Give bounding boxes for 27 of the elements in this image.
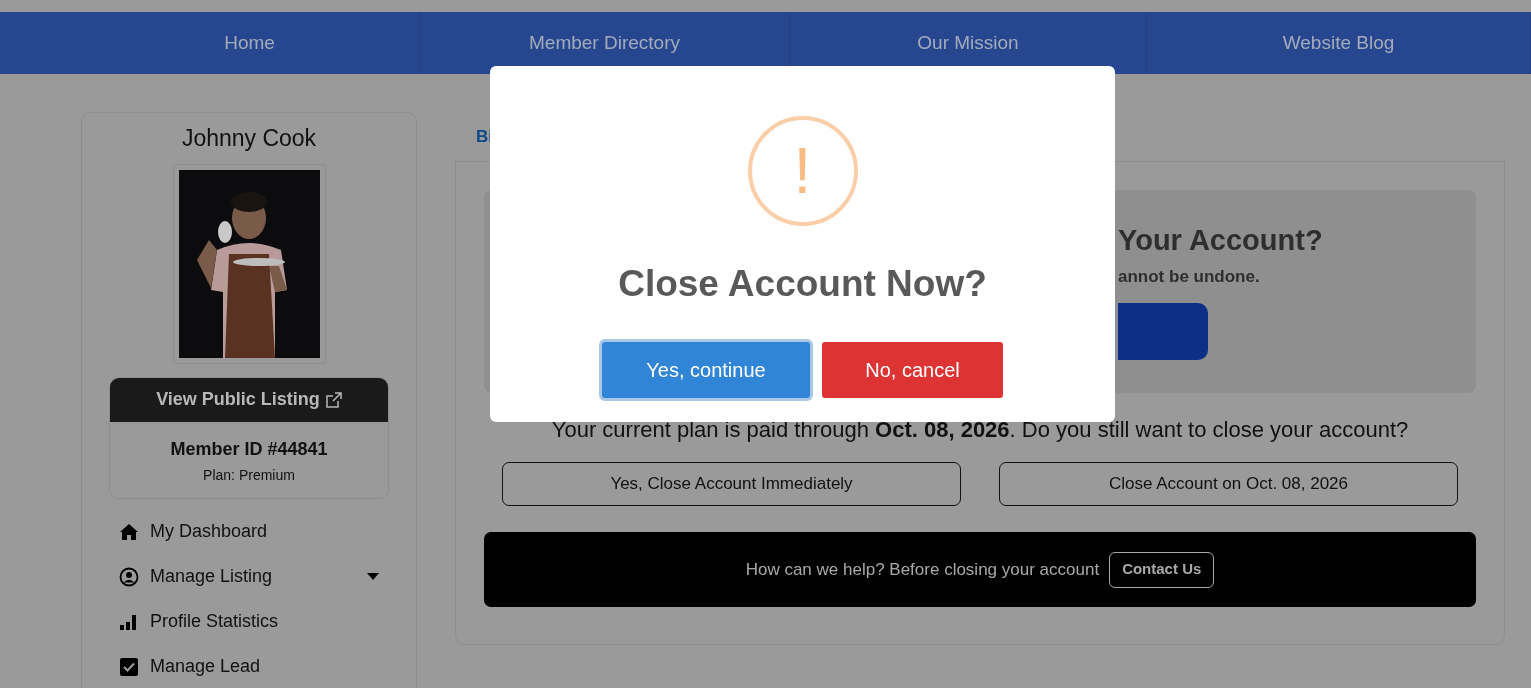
- sidebar-menu-item[interactable]: Manage Lead: [109, 655, 389, 678]
- checkbox-icon: [119, 656, 139, 677]
- help-text: How can we help? Before closing your account: [745, 558, 1100, 581]
- plan-notice: Your current plan is paid through Oct. 08, 2026. Do you still want to close your account?: [550, 416, 1410, 444]
- dialog-title: Close Account Now?: [618, 262, 987, 306]
- external-link-icon: [325, 391, 342, 408]
- sidebar-menu-item[interactable]: My Dashboard: [109, 520, 389, 543]
- close-account-button[interactable]: [1118, 302, 1208, 360]
- member-id: Member ID #44841: [170, 437, 328, 461]
- home-icon: [119, 521, 139, 542]
- nav-link[interactable]: Website Blog: [1147, 12, 1531, 74]
- warning-icon: !: [747, 116, 858, 226]
- contact-us-button[interactable]: Contact Us: [1109, 551, 1215, 588]
- close-option-button[interactable]: Yes, Close Account Immediately: [502, 462, 961, 506]
- view-listing-button[interactable]: View Public Listing: [110, 377, 388, 422]
- plan-label: Plan: Premium: [203, 465, 295, 485]
- confirm-button[interactable]: Yes, continue: [602, 342, 810, 398]
- user-circle-icon: [119, 566, 139, 587]
- nav-link[interactable]: Home: [80, 12, 420, 74]
- close-option-button[interactable]: Close Account on Oct. 08, 2026: [999, 462, 1458, 506]
- member-name: Johnny Cook: [181, 124, 317, 153]
- sidebar-menu-item[interactable]: Profile Statistics: [109, 610, 389, 633]
- panel-heading: Your Account?: [1118, 223, 1324, 258]
- sidebar-menu-item[interactable]: Manage Listing: [109, 565, 389, 588]
- caret-icon: [367, 573, 379, 580]
- cancel-button[interactable]: No, cancel: [822, 342, 1003, 398]
- panel-note: annot be undone.: [1118, 266, 1261, 288]
